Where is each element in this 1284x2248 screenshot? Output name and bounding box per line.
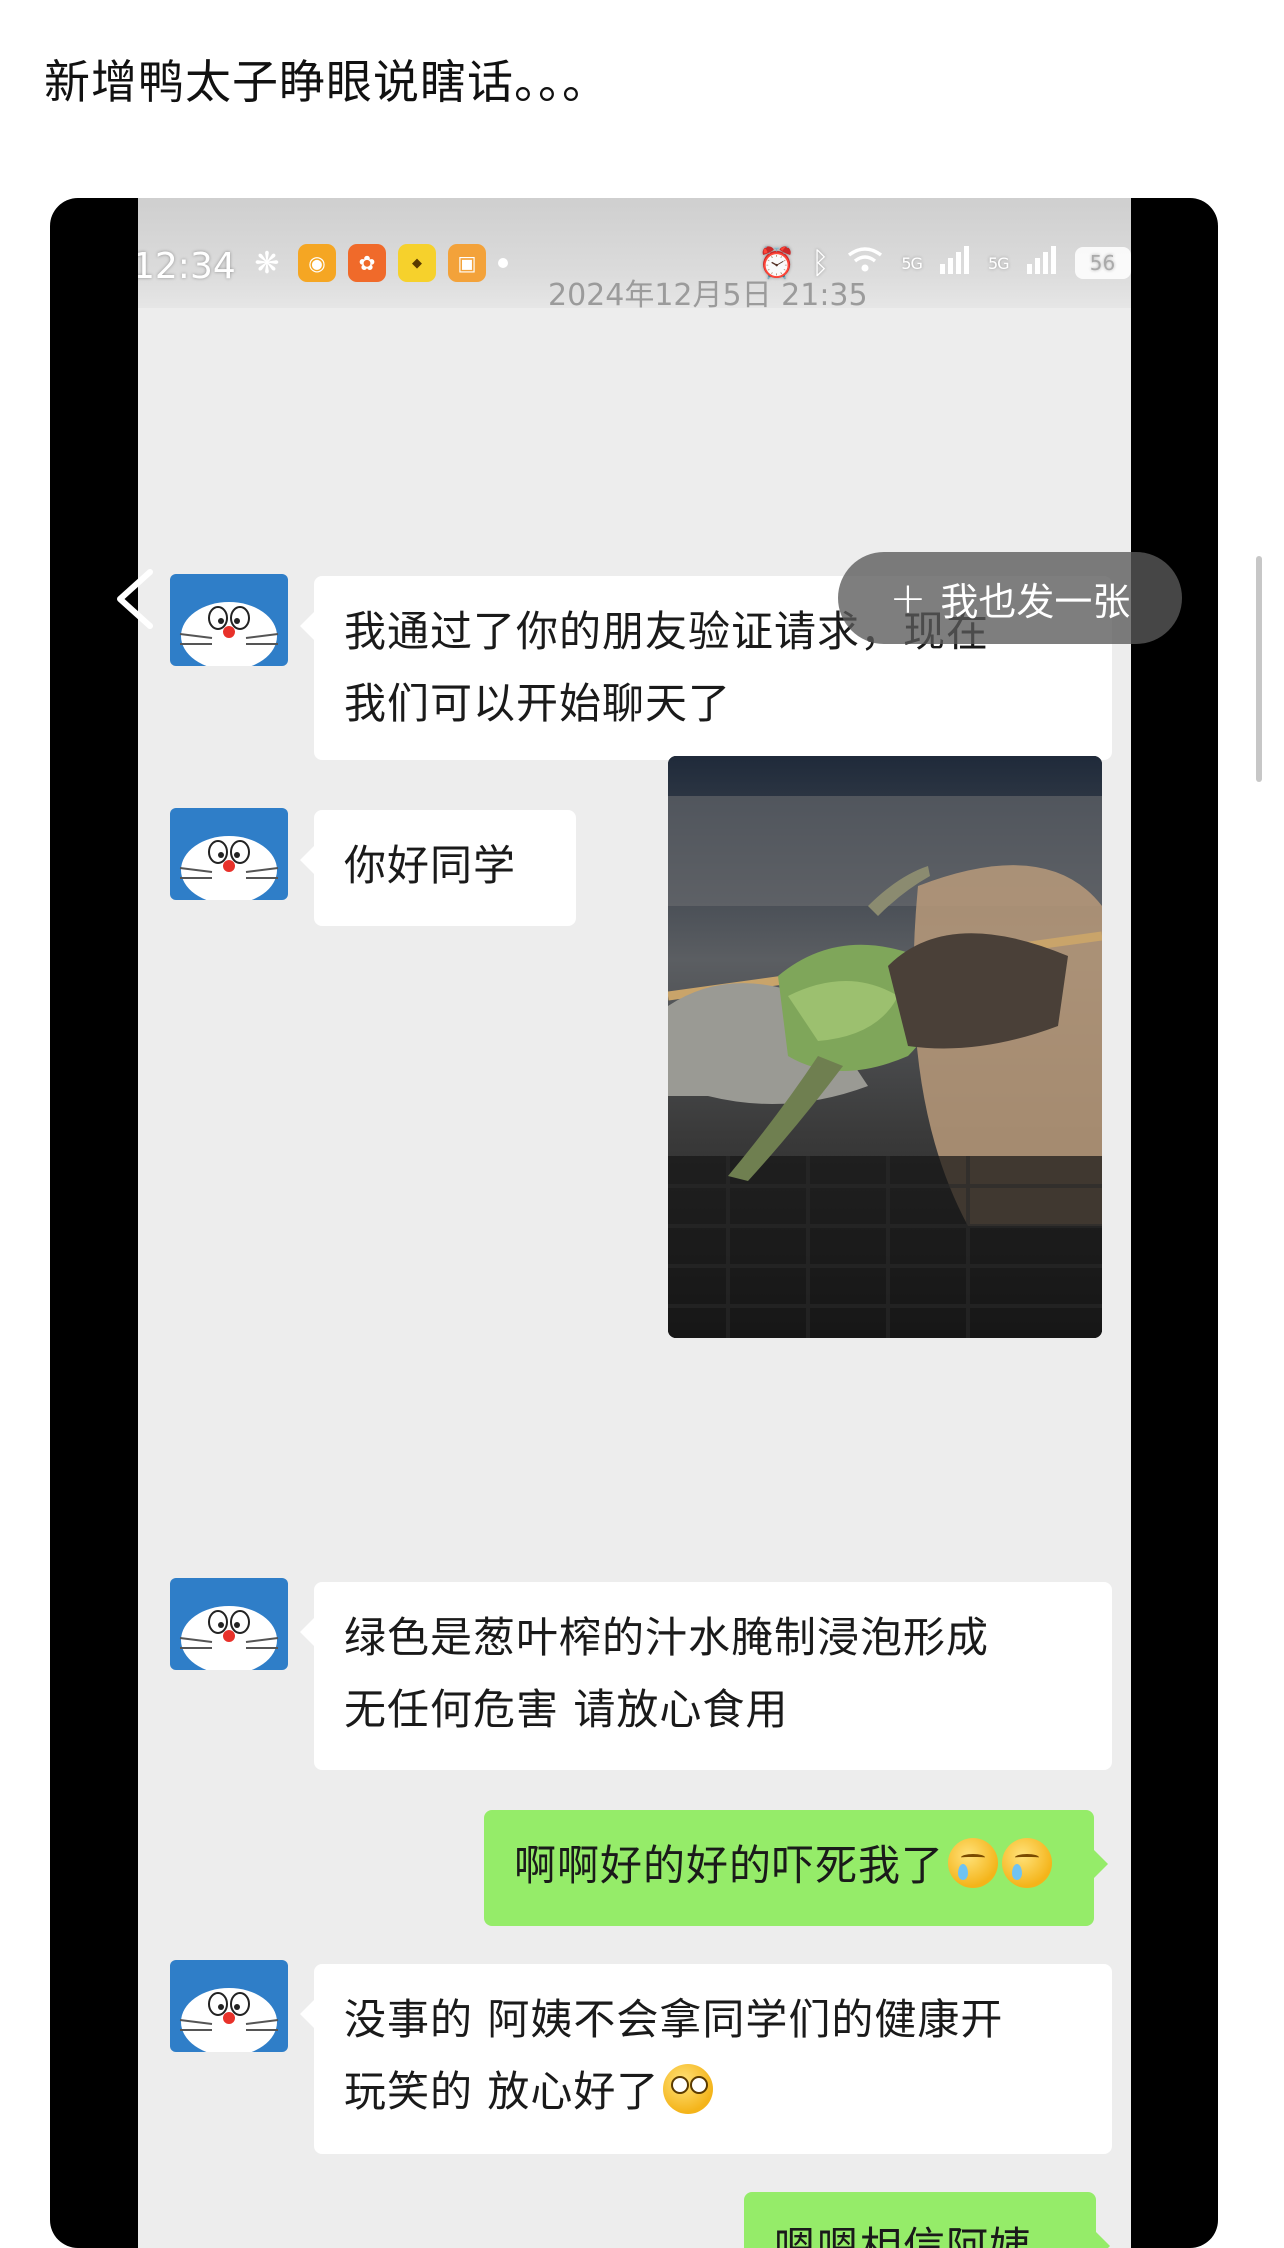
status-bar: 12:34 ❋ ◉ ✿ ◆ ▣ 2024年12月5日 21:35 ⏰ ᛒ 5G: [138, 198, 1131, 313]
woozy-face-icon: [663, 2064, 714, 2114]
status-time: 12:34: [138, 246, 236, 287]
food-skewer-photo[interactable]: [668, 756, 1102, 1338]
me-too-label: 我也发一张: [940, 579, 1131, 624]
post-title: 新增鸭太子睁眼说瞎话。。。: [44, 55, 609, 109]
signal-label: 5G: [901, 253, 923, 273]
avatar[interactable]: [170, 808, 288, 900]
battery-indicator: 56: [1074, 247, 1131, 279]
status-system-icons: ⏰ ᛒ 5G 5G 56: [758, 244, 1131, 282]
message-text: 啊啊好的好的吓死我了: [514, 1841, 945, 1890]
bluetooth-icon: ᛒ: [811, 245, 830, 281]
doraemon-avatar-icon: [179, 602, 279, 666]
message-bubble-received[interactable]: 你好同学: [300, 810, 576, 926]
more-notifications-dot-icon: [498, 258, 508, 268]
signal-bars-icon: [1025, 244, 1059, 282]
wechat-icon: ❋: [254, 245, 280, 281]
avatar[interactable]: [170, 574, 288, 666]
crying-face-icon: [948, 1838, 999, 1888]
avatar[interactable]: [170, 1578, 288, 1670]
message-bubble-received[interactable]: 绿色是葱叶榨的汁水腌制浸泡形成 无任何危害 请放心食用: [300, 1582, 1112, 1770]
doraemon-avatar-icon: [179, 1988, 279, 2052]
back-chevron-icon[interactable]: [106, 564, 166, 634]
app-notification-icon: ▣: [448, 244, 486, 282]
plus-icon: +: [889, 572, 927, 624]
chat-screenshot: 12:34 ❋ ◉ ✿ ◆ ▣ 2024年12月5日 21:35 ⏰ ᛒ 5G: [50, 198, 1218, 2248]
signal-bars-icon: [938, 244, 972, 282]
doraemon-avatar-icon: [179, 836, 279, 900]
alarm-icon: ⏰: [758, 245, 796, 281]
status-notification-icons: ❋ ◉ ✿ ◆ ▣: [248, 244, 508, 282]
crying-face-icon: [1002, 1838, 1053, 1888]
phone-screen: 12:34 ❋ ◉ ✿ ◆ ▣ 2024年12月5日 21:35 ⏰ ᛒ 5G: [138, 198, 1131, 2248]
avatar[interactable]: [170, 1960, 288, 2052]
message-bubble-sent[interactable]: 啊啊好的好的吓死我了: [484, 1810, 1108, 1926]
app-notification-icon: ◆: [398, 244, 436, 282]
page-scrollbar[interactable]: [1256, 556, 1262, 782]
message-bubble-received[interactable]: 没事的 阿姨不会拿同学们的健康开 玩笑的 放心好了: [300, 1964, 1112, 2154]
app-notification-icon: ✿: [348, 244, 386, 282]
wifi-icon: [845, 244, 885, 282]
message-bubble-sent[interactable]: 嗯嗯相信阿姨: [744, 2192, 1110, 2248]
signal-label: 5G: [987, 253, 1010, 273]
me-too-post-button[interactable]: + 我也发一张: [838, 552, 1182, 644]
doraemon-avatar-icon: [179, 1606, 279, 1670]
weibo-icon: ◉: [298, 244, 336, 282]
message-text: 嗯嗯相信阿姨: [774, 2223, 1033, 2248]
